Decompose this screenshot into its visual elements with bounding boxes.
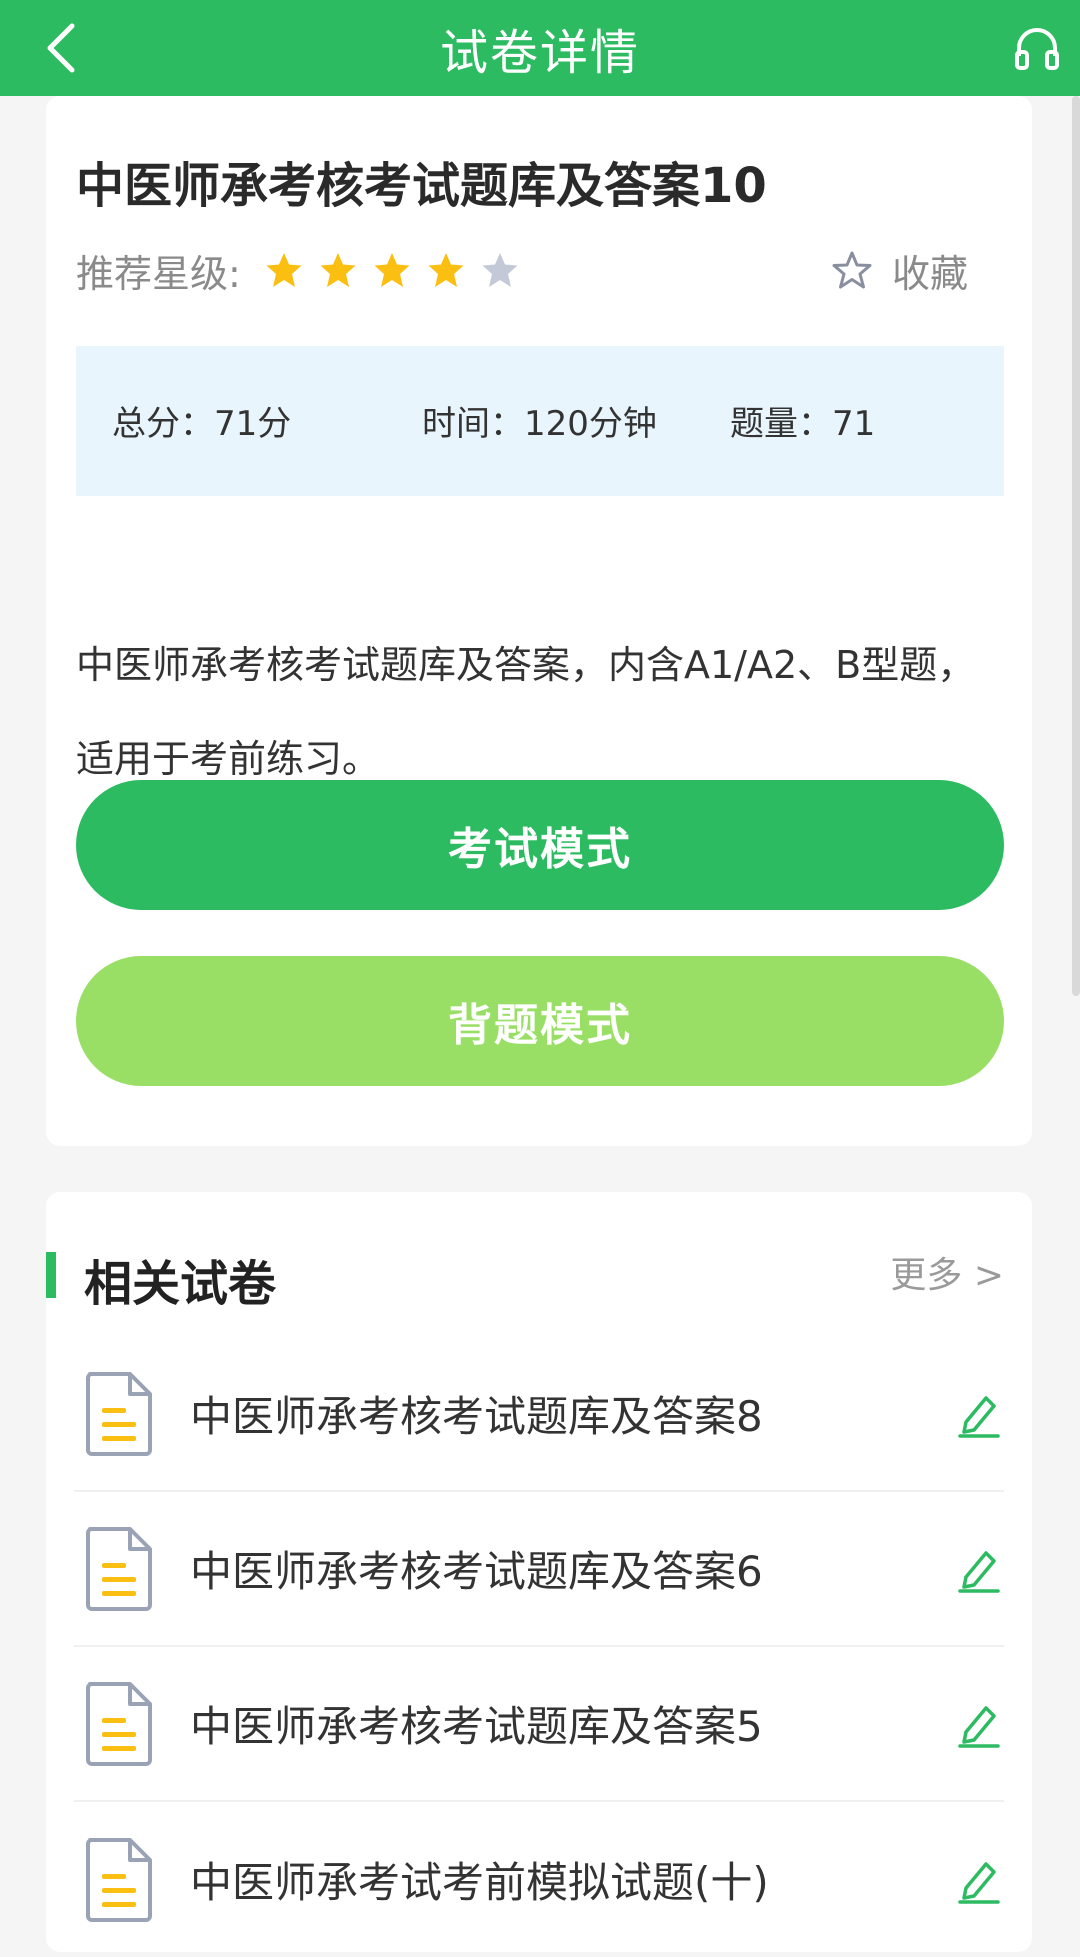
favorite-label: 收藏	[891, 251, 968, 296]
chevron-left-icon[interactable]	[38, 22, 90, 74]
edit-icon[interactable]	[956, 1390, 1002, 1438]
star-outline-icon	[832, 251, 872, 289]
edit-icon[interactable]	[956, 1856, 1002, 1904]
document-icon	[86, 1526, 152, 1611]
star-filled-icon	[374, 253, 410, 287]
section-title: 相关试卷	[84, 1256, 277, 1312]
exam-time: 时间：120分钟	[422, 404, 657, 444]
star-empty-icon	[482, 253, 518, 287]
total-score: 总分：71分	[112, 404, 292, 444]
app-header: 试卷详情	[0, 0, 1080, 96]
paper-description: 中医师承考核考试题库及答案，内含A1/A2、B型题， 适用于考前练习。	[76, 618, 1006, 806]
related-paper-title: 中医师承考试考前模拟试题(十)	[190, 1858, 769, 1907]
related-paper-item[interactable]: 中医师承考核考试题库及答案8	[74, 1337, 1004, 1492]
description-line: 中医师承考核考试题库及答案，内含A1/A2、B型题，	[76, 643, 976, 687]
more-link[interactable]: 更多 >	[890, 1246, 1004, 1298]
document-icon	[86, 1681, 152, 1766]
related-paper-item[interactable]: 中医师承考试考前模拟试题(十)	[74, 1802, 1004, 1957]
exam-mode-button[interactable]: 考试模式	[76, 780, 1004, 910]
star-filled-icon	[428, 253, 464, 287]
related-list: 中医师承考核考试题库及答案8 中医师承考核考试题库及答案6 中医师承考核考试题库及答…	[74, 1337, 1004, 1957]
recite-mode-button[interactable]: 背题模式	[76, 956, 1004, 1086]
related-paper-title: 中医师承考核考试题库及答案8	[190, 1392, 763, 1441]
headphones-icon[interactable]	[1014, 26, 1060, 72]
related-paper-title: 中医师承考核考试题库及答案5	[190, 1702, 763, 1751]
related-paper-item[interactable]: 中医师承考核考试题库及答案5	[74, 1647, 1004, 1802]
related-paper-item[interactable]: 中医师承考核考试题库及答案6	[74, 1492, 1004, 1647]
paper-title: 中医师承考核考试题库及答案10	[76, 158, 767, 214]
page-title: 试卷详情	[439, 25, 640, 81]
star-rating	[265, 251, 519, 289]
edit-icon[interactable]	[956, 1545, 1002, 1593]
favorite-button[interactable]: 收藏	[832, 244, 968, 296]
scrollbar[interactable]	[1072, 96, 1080, 996]
rating-label: 推荐星级:	[76, 251, 241, 296]
section-accent-bar	[46, 1252, 56, 1298]
star-filled-icon	[320, 253, 356, 287]
edit-icon[interactable]	[956, 1700, 1002, 1748]
paper-detail-card: 中医师承考核考试题库及答案10 推荐星级: 收藏 总分：71分 时间：120分钟…	[46, 96, 1032, 1146]
star-filled-icon	[266, 253, 302, 287]
paper-stats: 总分：71分 时间：120分钟 题量：71	[76, 346, 1004, 496]
document-icon	[86, 1837, 152, 1922]
rating-row: 推荐星级:	[76, 244, 519, 296]
related-papers-card: 相关试卷 更多 > 中医师承考核考试题库及答案8 中医师承考核考试题库及答案6 中医…	[46, 1192, 1032, 1952]
related-paper-title: 中医师承考核考试题库及答案6	[190, 1547, 763, 1596]
document-icon	[86, 1371, 152, 1456]
question-count: 题量：71	[730, 404, 876, 444]
